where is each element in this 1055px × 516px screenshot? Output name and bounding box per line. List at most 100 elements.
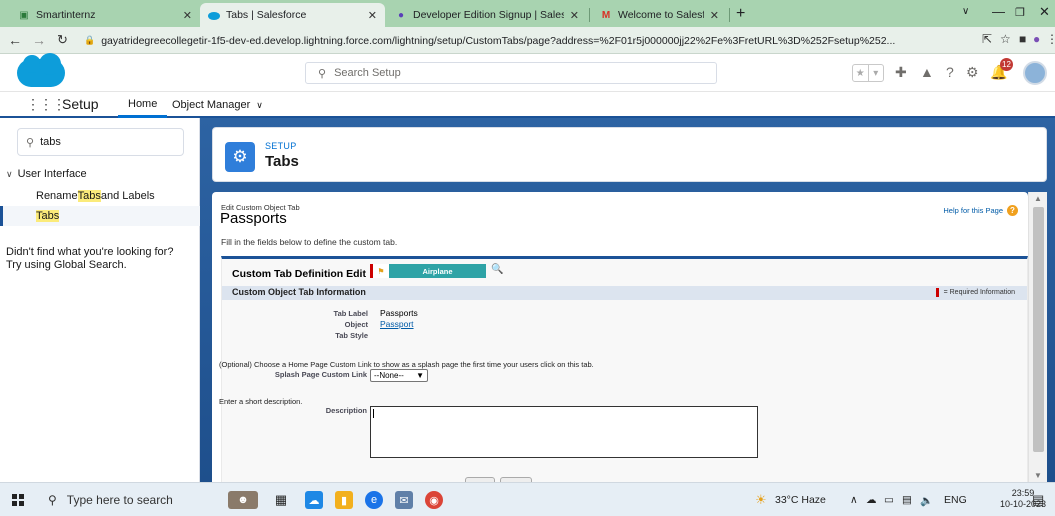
share-icon[interactable]: ⇱ [982,32,992,46]
search-highlight: Tabs [36,210,60,222]
url-field[interactable]: 🔒 gayatridegreecollegetir-1f5-dev-ed.dev… [84,31,984,50]
description-textarea[interactable] [370,406,758,458]
scroll-down-icon[interactable]: ▼ [1034,471,1042,480]
not-found-line-2: Try using Global Search. [6,259,127,271]
text-caret [373,409,374,418]
browser-tab-label: Smartinternz [36,9,96,21]
tab-home[interactable]: Home [118,92,168,118]
favorites-dropdown-icon[interactable]: ▾ [867,65,884,81]
browser-tab-salesforce[interactable]: Tabs | Salesforce ✕ [200,3,385,27]
battery-icon[interactable]: ▭ [884,494,894,506]
content-scrollbar[interactable]: ▲ ▼ [1028,192,1047,482]
close-icon[interactable]: ✕ [710,9,719,22]
browser-tab-label: Tabs | Salesforce [226,9,307,21]
chevron-down-icon: ▼ [416,371,424,380]
tab-search-chevron-icon[interactable]: ∨ [962,6,969,17]
windows-taskbar: ⚲ Type here to search ☻ ▦ ☁ ▮ e ✉ ◉ ☀ 33… [0,482,1055,516]
global-actions-plus-icon[interactable]: ✚ [895,64,907,81]
browser-tab-label: Welcome to Salesforce: Verify yo [618,9,704,21]
language-indicator[interactable]: ENG [944,494,967,506]
setup-search-input[interactable]: ⚲ Search Setup [305,62,717,84]
help-question-icon[interactable]: ? [946,64,954,80]
close-icon[interactable]: ✕ [368,9,377,22]
splash-page-label: Splash Page Custom Link [274,370,367,379]
section-title: Custom Object Tab Information [232,287,366,297]
setup-tree-sidebar: ⚲ tabs ∨ User Interface Rename Tabs and … [0,118,200,482]
setup-gear-icon[interactable]: ⚙ [966,64,979,81]
search-icon: ⚲ [318,67,327,80]
scroll-up-icon[interactable]: ▲ [1034,194,1042,203]
trailhead-icon[interactable]: ▲ [920,64,934,80]
tab-object-manager[interactable]: Object Manager ∨ [162,92,273,118]
app-launcher-icon[interactable]: ⋮⋮⋮ [26,96,66,113]
description-instructions: Enter a short description. [219,397,303,406]
tab-style-name: Airplane [422,266,453,276]
window-close-icon[interactable]: ✕ [1039,4,1050,20]
scroll-thumb[interactable] [1033,207,1044,452]
network-icon[interactable]: ▤ [902,494,912,506]
tree-section-user-interface[interactable]: ∨ User Interface [6,168,87,180]
required-marker [935,288,939,297]
tab-label-label: Tab Label [333,309,368,318]
url-text: gayatridegreecollegetir-1f5-dev-ed.devel… [101,34,896,47]
reload-icon[interactable]: ↻ [57,32,68,48]
taskbar-search-placeholder: Type here to search [66,493,173,507]
back-arrow-icon[interactable]: ← [8,32,22,48]
volume-icon[interactable]: 🔈 [920,494,933,507]
smartinternz-favicon-icon: ▣ [19,9,29,21]
tray-chevron-up-icon[interactable]: ∧ [850,494,858,506]
sidebar-item-tabs[interactable]: Tabs [0,206,200,226]
quick-find-input[interactable]: ⚲ tabs [17,128,184,156]
chrome-browser-icon[interactable]: ◉ [425,491,443,509]
object-link[interactable]: Passport [380,319,414,329]
tab-object-manager-label: Object Manager [172,99,251,111]
setup-gear-icon: ⚙ [225,142,255,172]
chevron-down-icon: ∨ [256,99,263,110]
browser-tab-developer-signup[interactable]: ● Developer Edition Signup | Sales ✕ [387,3,587,27]
browser-tab-strip: ▣ Smartinternz ✕ Tabs | Salesforce ✕ ● D… [0,0,1055,27]
windows-start-icon[interactable] [12,494,24,506]
edge-browser-icon[interactable]: e [365,491,383,509]
browser-menu-icon[interactable]: ⋮ [1046,32,1055,46]
trailhead-favicon-icon: ● [397,9,405,21]
browser-tab-smartinternz[interactable]: ▣ Smartinternz ✕ [10,3,200,27]
onedrive-icon[interactable]: ☁ [866,494,877,506]
task-view-icon[interactable]: ▦ [272,491,290,509]
sidepanel-icon[interactable]: ■ [1019,32,1026,46]
favorites-button[interactable]: ★ ▾ [852,64,884,82]
profile-icon[interactable]: ● [1033,32,1040,46]
setup-context-bar: ⋮⋮⋮ Setup Home Object Manager ∨ [0,92,1055,118]
tab-separator [589,8,590,22]
sidebar-item-rename-tabs[interactable]: Rename Tabs and Labels [0,186,200,206]
section-header: Custom Object Tab Information = Required… [222,286,1027,300]
file-explorer-icon[interactable]: ▮ [335,491,353,509]
weather-text[interactable]: 33°C Haze [775,494,826,506]
user-avatar[interactable] [1023,61,1047,85]
forward-arrow-icon[interactable]: → [32,32,46,48]
close-icon[interactable]: ✕ [183,9,192,22]
weather-sun-icon: ☀ [755,492,767,507]
setup-app-title: Setup [62,96,99,112]
tab-label-value: Passports [380,308,418,318]
cortana-avatar-icon[interactable]: ☻ [228,491,258,509]
browser-tab-label: Developer Edition Signup | Sales [413,9,564,21]
notification-count-badge: 12 [1000,58,1013,71]
splash-page-select[interactable]: --None-- ▼ [370,369,428,382]
close-icon[interactable]: ✕ [570,9,579,22]
browser-tab-gmail[interactable]: M Welcome to Salesforce: Verify yo ✕ [592,3,727,27]
tab-home-label: Home [128,97,158,110]
minimize-icon[interactable]: — [992,4,1005,19]
weather-app-icon[interactable]: ☁ [305,491,323,509]
mail-app-icon[interactable]: ✉ [395,491,413,509]
salesforce-logo[interactable] [17,53,65,87]
restore-icon[interactable]: ❐ [1015,6,1025,19]
tab-style-field[interactable]: ⚑ Airplane [370,264,486,278]
action-center-icon[interactable]: ▤ [1032,492,1044,508]
new-tab-plus-icon[interactable]: + [736,5,745,23]
favorites-star-icon[interactable]: ★ [853,65,868,81]
page-header: ⚙ SETUP Tabs [212,127,1047,182]
tab-style-lookup-icon[interactable]: 🔍 [491,264,505,278]
taskbar-search-input[interactable]: ⚲ Type here to search [40,486,208,514]
help-for-page-link[interactable]: Help for this Page ? [943,205,1018,216]
bookmark-star-icon[interactable]: ☆ [1000,32,1011,46]
